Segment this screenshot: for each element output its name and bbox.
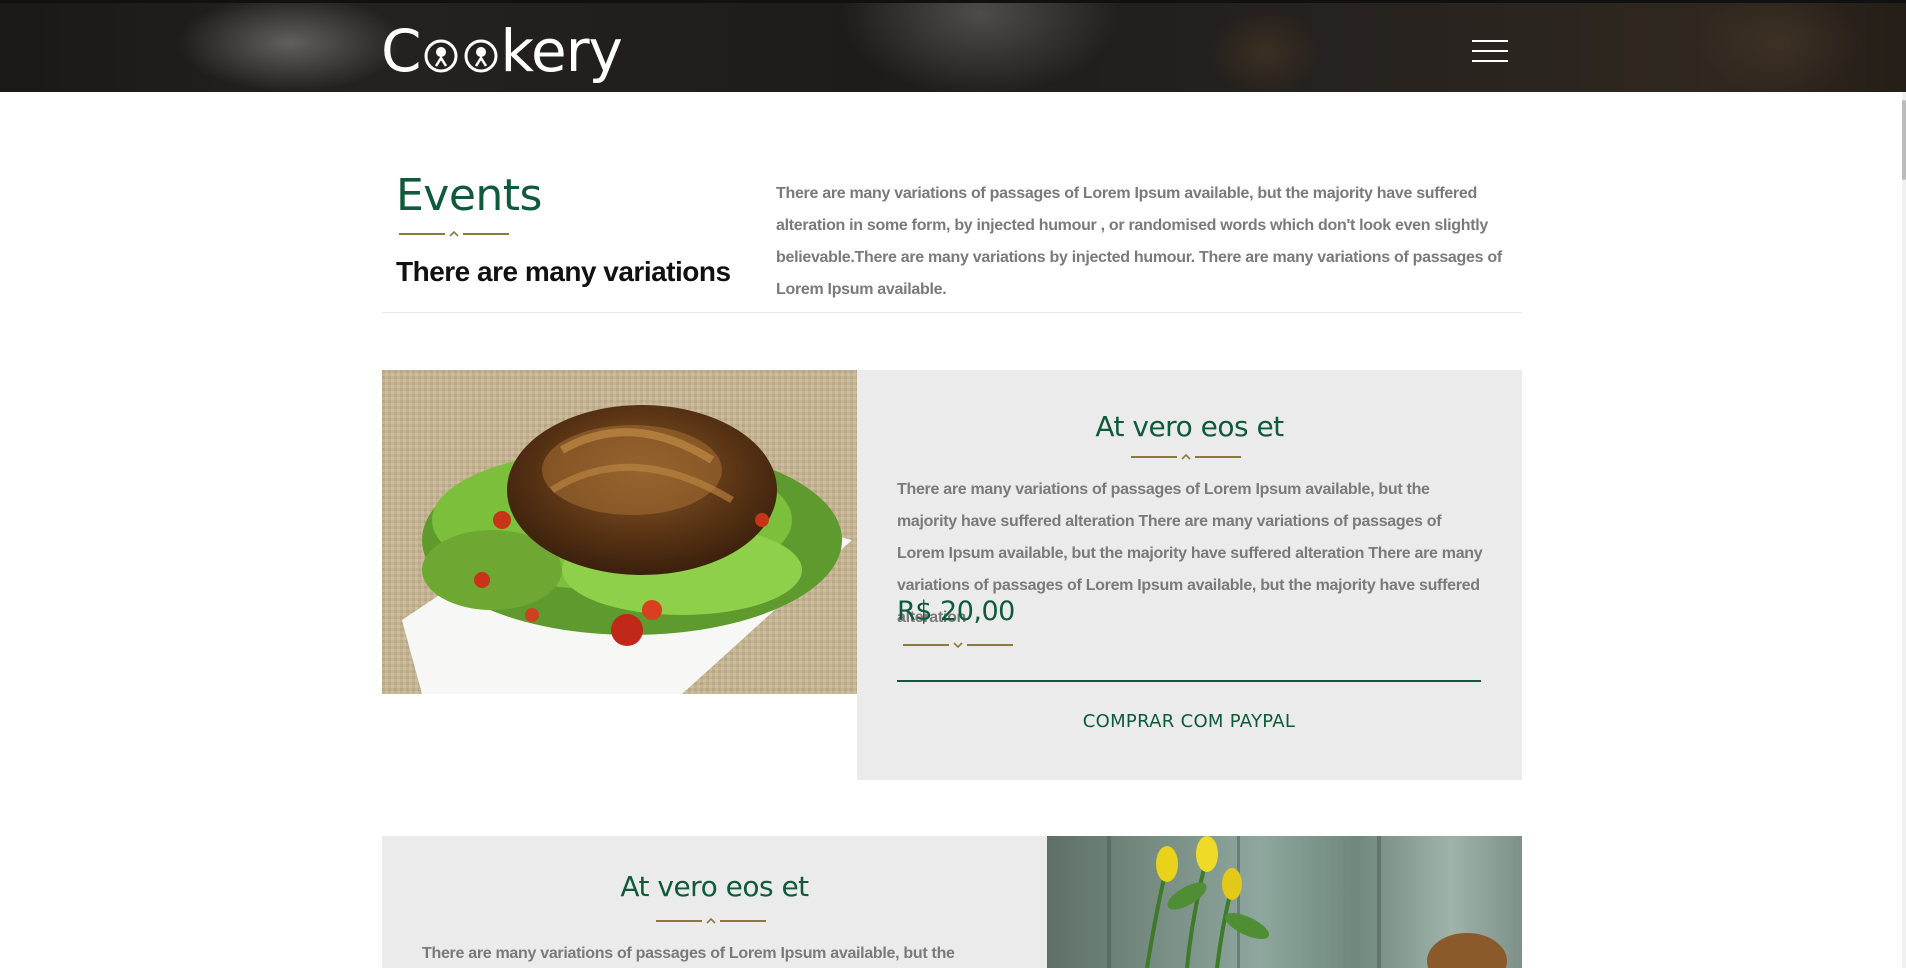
hamburger-menu-icon[interactable] bbox=[1472, 40, 1508, 62]
chevron-down-icon bbox=[953, 642, 963, 649]
product-price: R$ 20,00 bbox=[897, 596, 1015, 627]
product-title: At vero eos et bbox=[620, 870, 809, 903]
scrollbar-thumb[interactable] bbox=[1902, 100, 1906, 180]
product-title-divider bbox=[656, 916, 766, 926]
product-title: At vero eos et bbox=[1095, 410, 1284, 443]
button-separator bbox=[897, 680, 1481, 682]
chevron-up-icon bbox=[449, 230, 459, 237]
chef-face-icon bbox=[464, 39, 497, 73]
roast-meat-image-icon bbox=[382, 370, 857, 694]
product-image-tulips bbox=[1047, 836, 1522, 968]
site-logo[interactable]: C kery bbox=[381, 17, 623, 85]
product-description: There are many variations of passages of… bbox=[422, 945, 955, 962]
logo-text-end: kery bbox=[500, 17, 623, 85]
chef-face-icon bbox=[424, 39, 457, 73]
events-subtitle: There are many variations bbox=[396, 256, 731, 287]
buy-with-paypal-button[interactable]: COMPRAR COM PAYPAL bbox=[897, 706, 1481, 736]
chevron-up-icon bbox=[1181, 453, 1191, 460]
price-divider bbox=[903, 640, 1013, 650]
events-title: Events bbox=[396, 170, 542, 221]
tulips-image-icon bbox=[1107, 836, 1507, 968]
section-divider bbox=[399, 229, 509, 239]
logo-text-start: C bbox=[381, 17, 421, 85]
site-header: C kery bbox=[0, 0, 1906, 92]
product-image-roast bbox=[382, 370, 857, 694]
product-card: At vero eos et There are many variations… bbox=[857, 370, 1522, 780]
events-description: There are many variations of passages of… bbox=[776, 185, 1502, 298]
chevron-up-icon bbox=[706, 917, 716, 924]
section-separator bbox=[382, 312, 1522, 313]
page-scrollbar[interactable] bbox=[1902, 92, 1906, 968]
product-title-divider bbox=[1131, 452, 1241, 462]
product-card: At vero eos et There are many variations… bbox=[382, 836, 1047, 968]
